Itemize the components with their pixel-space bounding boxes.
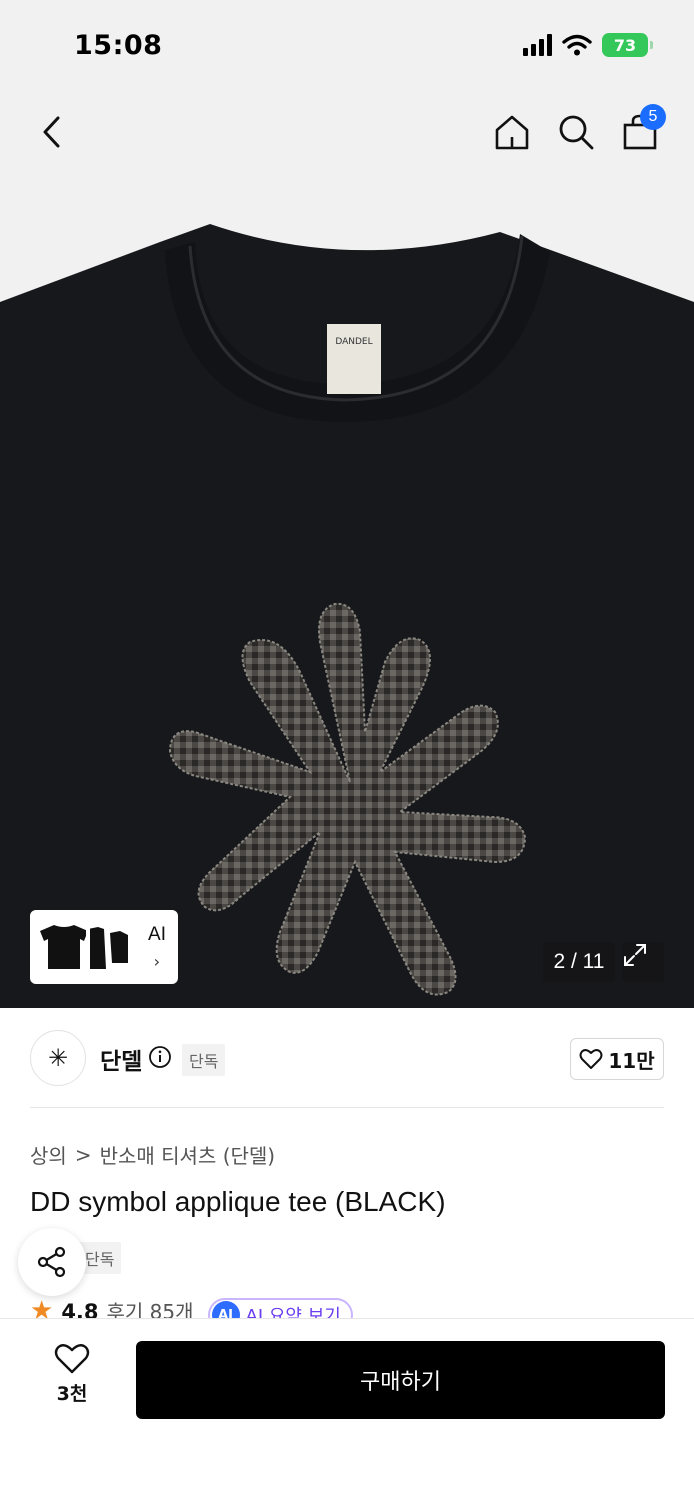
brand-like-button[interactable]: 11만: [570, 1038, 664, 1080]
ai-similar-items-thumbnail[interactable]: AI ›: [30, 910, 178, 984]
buy-button[interactable]: 구매하기: [136, 1341, 665, 1419]
wishlist-button[interactable]: 3천: [36, 1343, 108, 1419]
share-icon: [37, 1246, 66, 1278]
search-icon: [559, 115, 594, 150]
heart-icon: [54, 1344, 90, 1374]
breadcrumb: 상의 > 반소매 티셔츠 (단델): [30, 1140, 275, 1169]
info-icon[interactable]: [148, 1045, 172, 1069]
cart-count-badge: 5: [640, 104, 666, 130]
breadcrumb-category[interactable]: 상의: [30, 1140, 67, 1169]
ai-label: AI: [148, 924, 166, 945]
thumbnail-images: [36, 919, 136, 975]
expand-button[interactable]: [622, 942, 664, 982]
image-counter: 2 / 11: [543, 942, 615, 982]
back-button[interactable]: [30, 110, 74, 154]
divider: [30, 1107, 664, 1108]
exclusive-badge: 단독: [182, 1044, 226, 1076]
cart-button[interactable]: 5: [618, 104, 666, 154]
review-count[interactable]: 후기 85개: [107, 1298, 194, 1320]
wifi-icon: [562, 34, 592, 56]
expand-icon: [624, 944, 646, 966]
home-button[interactable]: [490, 110, 534, 154]
product-image-gallery[interactable]: DANDEL AI › 2 / 11: [0, 172, 694, 1008]
heart-icon: [579, 1049, 603, 1069]
ai-summary-button[interactable]: AI AI 요약 보기: [207, 1298, 353, 1320]
status-time: 15:08: [74, 30, 163, 61]
top-nav-bar: 5: [0, 92, 694, 172]
bottom-action-bar: 3천 구매하기: [0, 1318, 694, 1500]
search-button[interactable]: [554, 110, 598, 154]
star-icon: ★: [30, 1298, 54, 1320]
share-button[interactable]: [18, 1228, 86, 1296]
battery-level: 73: [613, 35, 637, 55]
battery-icon: 73: [602, 33, 653, 57]
signal-icon: [523, 34, 552, 56]
brand-logo-glyph: ✳: [47, 1044, 69, 1072]
rating-value: 4.8: [61, 1300, 99, 1320]
status-icons: 73: [523, 33, 653, 57]
svg-text:DANDEL: DANDEL: [335, 337, 372, 347]
product-photo: DANDEL: [0, 224, 694, 1008]
breadcrumb-separator: >: [74, 1142, 92, 1167]
product-title: DD symbol applique tee (BLACK): [30, 1186, 446, 1217]
brand-logo[interactable]: ✳: [30, 1030, 86, 1086]
status-bar: 15:08 73: [0, 0, 694, 92]
home-icon: [495, 115, 529, 150]
rating-row[interactable]: ★ 4.8 후기 85개 AI AI 요약 보기: [30, 1298, 430, 1320]
breadcrumb-subcategory[interactable]: 반소매 티셔츠 (단델): [100, 1140, 276, 1169]
brand-row: ✳ 단델 단독 11만: [30, 1030, 664, 1086]
wishlist-count: 3천: [56, 1383, 88, 1405]
chevron-right-icon: ›: [153, 952, 160, 971]
back-icon: [43, 116, 60, 148]
brand-name[interactable]: 단델: [100, 1042, 142, 1076]
brand-like-count: 11만: [608, 1048, 655, 1073]
